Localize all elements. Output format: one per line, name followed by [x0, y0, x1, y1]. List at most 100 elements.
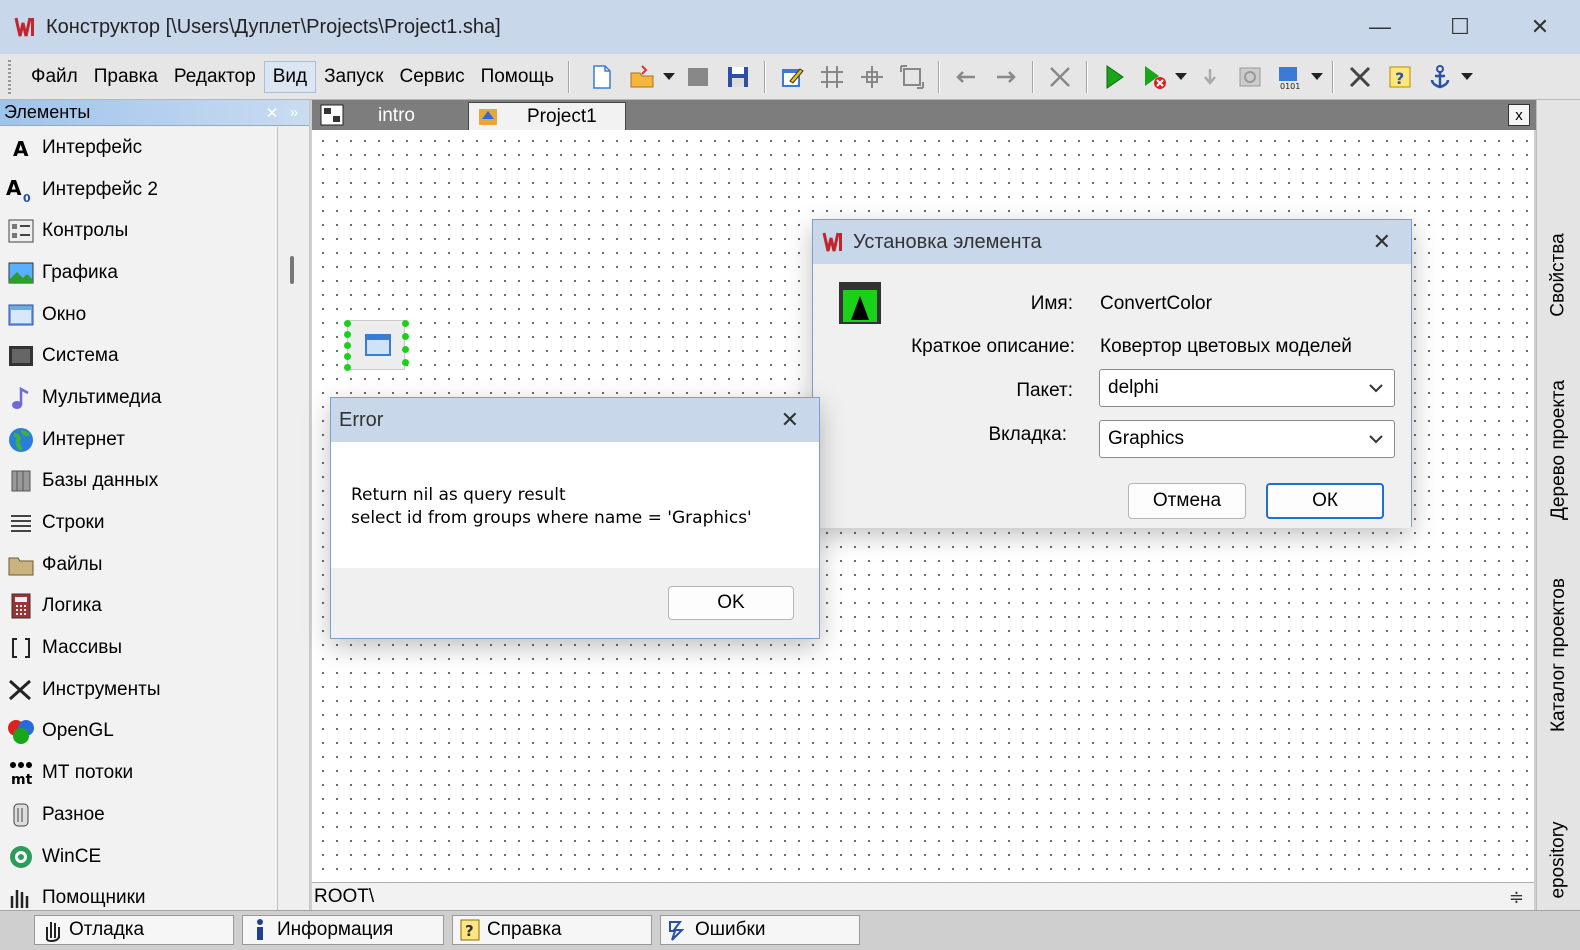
close-button[interactable]: ✕ [1500, 0, 1580, 54]
scheme-path-bar: ROOT\ ≑ [312, 882, 1534, 910]
list-item[interactable]: mt МТ потоки [0, 752, 277, 794]
menu-service[interactable]: Сервис [392, 62, 473, 92]
selection-handle[interactable] [344, 353, 351, 360]
bottom-tab-errors[interactable]: Ошибки [660, 915, 860, 945]
help-question-icon[interactable]: ? [1383, 60, 1417, 94]
selection-handle[interactable] [402, 346, 409, 353]
list-item[interactable]: Графика [0, 252, 277, 294]
edit-form-icon[interactable] [775, 60, 809, 94]
bottom-tab-info[interactable]: Информация [242, 915, 444, 945]
maximize-button[interactable]: ☐ [1420, 0, 1500, 54]
selection-handle[interactable] [402, 320, 409, 327]
list-item[interactable]: Помощники [0, 877, 277, 910]
error-dialog-titlebar: Error ✕ [331, 398, 819, 442]
open-folder-icon[interactable] [625, 60, 659, 94]
export-dropdown-chevron-icon[interactable] [1310, 60, 1324, 94]
list-item[interactable]: Массивы [0, 627, 277, 669]
list-item[interactable]: Базы данных [0, 461, 277, 503]
save-all-icon[interactable] [721, 60, 755, 94]
svg-text:0101: 0101 [1280, 82, 1300, 91]
name-label: Имя: [1030, 293, 1073, 314]
tab-intro[interactable]: intro [312, 102, 468, 130]
run-play-icon[interactable] [1097, 60, 1131, 94]
run-debug-icon[interactable] [1137, 60, 1171, 94]
error-ok-button[interactable]: OK [668, 586, 794, 620]
list-item[interactable]: WinCE [0, 836, 277, 878]
run-dropdown-chevron-icon[interactable] [1174, 60, 1188, 94]
arrow-left-icon[interactable] [949, 60, 983, 94]
dock-tab-repository[interactable]: epository [1539, 810, 1579, 910]
list-item[interactable]: A 0 Интерфейс 2 [0, 169, 277, 211]
menu-bar: Файл Правка Редактор Вид Запуск Сервис П… [23, 60, 562, 93]
list-item[interactable]: Инструменты [0, 669, 277, 711]
align-center-icon[interactable] [855, 60, 889, 94]
ok-button[interactable]: ОК [1266, 483, 1384, 519]
package-select[interactable]: delphi [1099, 369, 1395, 407]
split-icon[interactable]: ≑ [1509, 887, 1524, 908]
grid-icon[interactable] [815, 60, 849, 94]
list-item[interactable]: Мультимедиа [0, 377, 277, 419]
delete-x-icon[interactable] [1043, 60, 1077, 94]
selection-handle[interactable] [402, 333, 409, 340]
list-item[interactable]: OpenGL [0, 711, 277, 753]
fit-frame-icon[interactable] [895, 60, 929, 94]
list-item[interactable]: Контролы [0, 210, 277, 252]
anchor-dropdown-chevron-icon[interactable] [1460, 60, 1474, 94]
list-item[interactable]: Разное [0, 794, 277, 836]
project-icon [477, 105, 503, 129]
list-item[interactable]: Окно [0, 294, 277, 336]
menu-run[interactable]: Запуск [316, 62, 391, 92]
minimize-button[interactable]: — [1340, 0, 1420, 54]
tab-select[interactable]: Graphics [1099, 420, 1395, 458]
chevron-down-icon [1369, 435, 1383, 444]
bottom-tab-help[interactable]: ? Справка [452, 915, 652, 945]
menu-view[interactable]: Вид [263, 60, 317, 93]
brackets-icon [6, 633, 36, 663]
install-dialog-close-icon[interactable]: ✕ [1373, 229, 1391, 255]
tab-label: Вкладка: [988, 424, 1067, 445]
svg-text:0: 0 [23, 192, 31, 203]
selection-handle[interactable] [344, 331, 351, 338]
error-dialog-close-icon[interactable]: ✕ [781, 407, 799, 433]
toolbar-grip[interactable] [8, 59, 11, 94]
list-item[interactable]: Файлы [0, 544, 277, 586]
menu-file[interactable]: Файл [23, 62, 86, 92]
bottom-tab-debug[interactable]: Отладка [34, 915, 234, 945]
menu-help[interactable]: Помощь [473, 62, 562, 92]
binary-export-icon[interactable]: 0101 [1273, 60, 1307, 94]
install-dialog-title: Установка элемента [853, 230, 1042, 253]
panel-collapse-icon[interactable]: » [283, 103, 305, 123]
compile-icon[interactable] [1233, 60, 1267, 94]
list-item[interactable]: Интернет [0, 419, 277, 461]
main-toolbar: Файл Правка Редактор Вид Запуск Сервис П… [0, 54, 1580, 100]
list-item[interactable]: Система [0, 335, 277, 377]
selection-handle[interactable] [402, 359, 409, 366]
step-icon[interactable] [1193, 60, 1227, 94]
selection-handle[interactable] [344, 320, 351, 327]
anchor-icon[interactable] [1423, 60, 1457, 94]
tab-project1[interactable]: Project1 [468, 102, 626, 130]
open-dropdown-chevron-icon[interactable] [662, 60, 676, 94]
arrow-right-icon[interactable] [989, 60, 1023, 94]
list-item[interactable]: A Интерфейс [0, 127, 277, 169]
menu-editor[interactable]: Редактор [166, 62, 264, 92]
dock-tab-project-tree[interactable]: Дерево проекта [1539, 360, 1579, 540]
elements-scrollbar[interactable] [290, 256, 294, 284]
cancel-button[interactable]: Отмена [1128, 483, 1246, 519]
tab-close-icon[interactable]: x [1508, 104, 1530, 126]
panel-close-icon[interactable]: ✕ [261, 103, 283, 123]
form-component[interactable] [344, 320, 409, 371]
dock-tab-project-catalog[interactable]: Каталог проектов [1539, 555, 1579, 755]
error-dialog-title: Error [339, 408, 384, 431]
package-label: Пакет: [1016, 380, 1073, 401]
selection-handle[interactable] [344, 364, 351, 371]
dock-tab-properties[interactable]: Свойства [1539, 210, 1579, 340]
list-item[interactable]: Строки [0, 502, 277, 544]
new-file-icon[interactable] [585, 60, 619, 94]
list-item[interactable]: Логика [0, 586, 277, 628]
menu-edit[interactable]: Правка [86, 62, 166, 92]
tools-wrench-icon[interactable] [1343, 60, 1377, 94]
description-value: Ковертор цветовых моделей [1100, 336, 1352, 357]
selection-handle[interactable] [344, 342, 351, 349]
elements-panel-header: Элементы ✕ » [0, 100, 309, 126]
